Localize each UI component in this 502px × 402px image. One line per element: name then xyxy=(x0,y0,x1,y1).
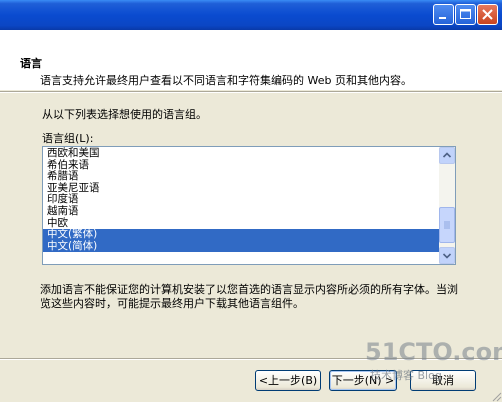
wizard-header: 语言 语言支持允许最终用户查看以不同语言和字符集编码的 Web 页和其他内容。 xyxy=(0,30,502,90)
list-item[interactable]: 亚美尼亚语 xyxy=(43,182,439,195)
font-note: 添加语言不能保证您的计算机安装了以您首选的语言显示内容所必须的所有字体。当浏览这… xyxy=(40,283,458,310)
minimize-icon xyxy=(439,17,446,19)
close-icon xyxy=(482,9,493,20)
watermark-logo: 51CTO.com xyxy=(365,338,502,366)
title-bar xyxy=(0,0,502,30)
watermark-subtitle: 技术博客 Blog xyxy=(370,369,442,382)
language-group-list[interactable]: 西欧和美国 希伯来语 希腊语 亚美尼亚语 印度语 越南语 中欧 中文(繁体) 中文(简体) xyxy=(42,146,456,265)
list-item[interactable]: 印度语 xyxy=(43,194,439,206)
back-button[interactable]: <上一步(B) xyxy=(255,370,321,391)
maximize-icon xyxy=(460,9,471,19)
instruction-text: 从以下列表选择想使用的语言组。 xyxy=(42,108,207,121)
list-label: 语言组(L): xyxy=(42,132,94,145)
scroll-up-button[interactable] xyxy=(439,147,455,164)
header-divider xyxy=(0,91,502,93)
scroll-down-button[interactable] xyxy=(439,247,455,264)
list-item[interactable]: 希腊语 xyxy=(43,171,439,183)
list-scrollbar[interactable] xyxy=(439,147,455,264)
list-item[interactable]: 中欧 xyxy=(43,217,439,230)
list-item[interactable]: 越南语 xyxy=(43,205,439,218)
scroll-thumb[interactable] xyxy=(439,207,455,243)
page-description: 语言支持允许最终用户查看以不同语言和字符集编码的 Web 页和其他内容。 xyxy=(40,74,412,87)
minimize-button[interactable] xyxy=(433,4,454,25)
list-item[interactable]: 中文(繁体) xyxy=(43,229,439,241)
resize-grip-icon[interactable] xyxy=(490,390,502,402)
list-item[interactable]: 西欧和美国 xyxy=(43,147,439,160)
list-item[interactable]: 中文(简体) xyxy=(43,240,439,253)
list-item[interactable]: 希伯来语 xyxy=(43,159,439,172)
grip-icon xyxy=(444,221,450,229)
page-title: 语言 xyxy=(20,57,42,70)
chevron-down-icon xyxy=(442,253,452,259)
maximize-button[interactable] xyxy=(455,4,476,25)
list-items: 西欧和美国 希伯来语 希腊语 亚美尼亚语 印度语 越南语 中欧 中文(繁体) 中文(简体) xyxy=(43,147,439,253)
chevron-up-icon xyxy=(442,152,452,158)
close-button[interactable] xyxy=(477,4,498,25)
